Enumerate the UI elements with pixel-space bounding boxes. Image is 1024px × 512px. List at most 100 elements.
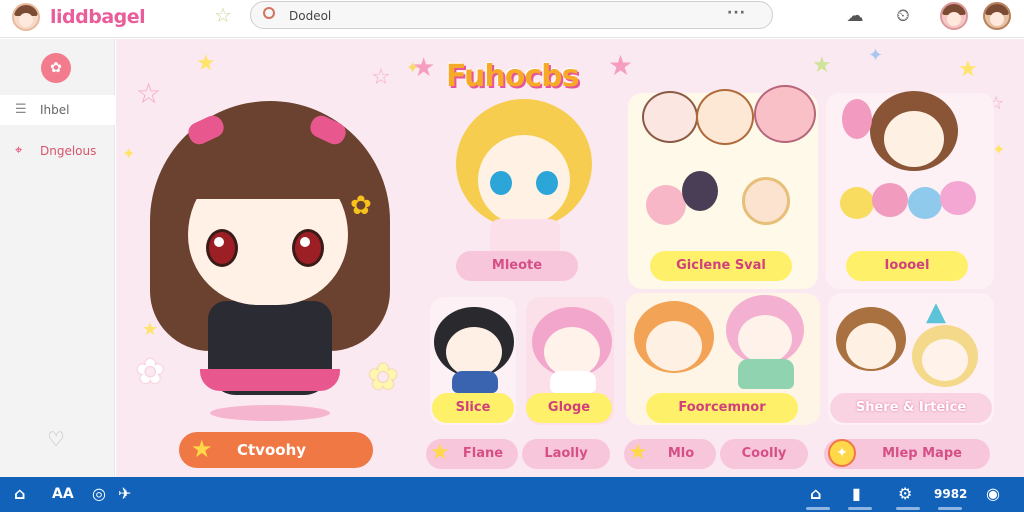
character-eye <box>536 171 558 195</box>
send-icon[interactable]: ✈ <box>118 484 131 504</box>
pet-head <box>646 185 686 225</box>
party-hat-icon: ▲ <box>926 297 946 327</box>
pet-head <box>696 89 754 145</box>
hero-eye-left <box>206 229 238 267</box>
search-more-icon[interactable]: ··· <box>727 5 746 21</box>
top-bar: liddbagel ☆ ··· ☁ ⏲ <box>0 0 1024 38</box>
star-decoration-icon: ★ <box>812 53 832 78</box>
card-label-chip[interactable]: Gloge <box>526 393 612 423</box>
tab-label: Mlo <box>667 446 695 461</box>
tab-label: Flane <box>462 446 504 461</box>
character-face <box>846 323 896 369</box>
character-eye <box>490 171 512 195</box>
hair-flower-icon: ✿ <box>350 191 372 221</box>
heart-icon[interactable]: ♡ <box>44 427 68 451</box>
card-illustration[interactable] <box>450 99 600 255</box>
badge-icon: ✦ <box>828 439 856 467</box>
taskbar-indicator <box>896 507 920 510</box>
card-label-chip[interactable]: Foorcemnor <box>646 393 798 423</box>
card-illustration <box>628 295 818 395</box>
avatar-face <box>19 13 33 27</box>
document-icon[interactable]: ▮ <box>852 484 861 504</box>
character-hair <box>842 99 872 139</box>
menu-icon: ☰ <box>15 102 27 117</box>
house-icon[interactable]: ⌂ <box>810 484 821 504</box>
tab-mlo[interactable]: ★ Mlo <box>624 439 716 469</box>
pet-head <box>754 85 816 143</box>
section-title: Fuhocbs <box>446 59 579 94</box>
sidebar-item-label: Ihbel <box>40 103 70 117</box>
user-avatar[interactable] <box>940 2 968 30</box>
card-label-chip[interactable]: Ioooel <box>846 251 968 281</box>
star-decoration-icon: ★ <box>958 57 978 82</box>
character-face <box>446 327 502 377</box>
home-icon[interactable]: ⌂ <box>14 484 25 504</box>
card-label-chip[interactable]: Shere & Irteice <box>830 393 992 423</box>
ai-label[interactable]: AA <box>52 484 74 504</box>
character-face <box>738 315 792 363</box>
character-outfit <box>452 371 498 393</box>
pet-head <box>642 91 698 143</box>
sidebar-item-menu[interactable]: ☰ Ihbel <box>0 95 115 125</box>
star-decoration-icon: ★ <box>608 49 634 82</box>
app-title: liddbagel <box>50 6 146 28</box>
gear-icon[interactable]: ⚙ <box>898 484 912 504</box>
tab-mlep-mape[interactable]: ✦ Mlep Mape <box>824 439 990 469</box>
character-face <box>544 327 600 377</box>
profile-avatar[interactable] <box>983 2 1011 30</box>
avatar-face <box>947 12 961 26</box>
character-outfit <box>490 219 560 255</box>
hero-shadow <box>210 405 330 421</box>
taskbar-indicator <box>806 507 830 510</box>
kid-head <box>940 181 976 215</box>
search-input[interactable] <box>289 7 689 25</box>
tab-coolly[interactable]: Coolly <box>720 439 808 469</box>
pet-head <box>682 171 718 211</box>
favorite-star-icon[interactable]: ☆ <box>214 4 236 26</box>
clock-readout: 9982 <box>934 487 968 501</box>
card-illustration <box>832 83 1000 253</box>
cloud-sync-icon[interactable]: ☁ <box>844 5 866 27</box>
star-icon: ★ <box>430 440 450 465</box>
primary-action-label: Ctvoohy <box>237 441 307 459</box>
sidebar-item-label: Dngelous <box>40 144 97 158</box>
sidebar: ✿ ☰ Ihbel ⌖ Dngelous ♡ <box>0 39 115 477</box>
taskbar: ⌂ AA ◎ ✈ ⌂ ▮ ⚙ 9982 ◉ <box>0 477 1024 512</box>
circle-menu-icon[interactable]: ◉ <box>986 484 1000 504</box>
character-outfit <box>550 371 596 393</box>
card-label-chip[interactable]: Giclene Sval <box>650 251 792 281</box>
hero-skirt <box>200 369 340 391</box>
target-icon[interactable]: ◎ <box>92 484 106 504</box>
taskbar-indicator <box>938 507 962 510</box>
app-logo-avatar[interactable] <box>12 3 40 31</box>
star-decoration-icon: ✦ <box>868 45 884 66</box>
tab-flane[interactable]: ★ Flane <box>426 439 518 469</box>
sidebar-item-location[interactable]: ⌖ Dngelous <box>0 136 115 166</box>
location-pin-icon: ⌖ <box>15 143 23 158</box>
character-outfit <box>738 359 794 389</box>
main-content: ★ ☆ ☆ ✦ ★ ✦ ★ ✿ ✿ ★ ★ ✦ ★ ☆ ✦ ✿ ★ Ctvooh… <box>116 39 1024 477</box>
card-label-chip[interactable]: Mleote <box>456 251 578 281</box>
kid-head <box>840 187 874 219</box>
flower-badge-icon[interactable]: ✿ <box>41 53 71 83</box>
tab-label: Mlep Mape <box>882 446 962 461</box>
hero-eye-right <box>292 229 324 267</box>
tab-laolly[interactable]: Laolly <box>522 439 610 469</box>
character-face <box>884 111 944 167</box>
card-illustration <box>528 305 618 395</box>
card-illustration <box>430 305 520 395</box>
timer-icon[interactable]: ⏲ <box>892 5 914 27</box>
primary-action-button[interactable]: ★ Ctvoohy <box>179 432 373 468</box>
search-bar[interactable]: ··· <box>250 1 773 29</box>
avatar-face <box>990 12 1004 26</box>
star-icon: ★ <box>628 440 648 465</box>
card-illustration <box>636 85 820 245</box>
kid-head <box>908 187 942 219</box>
pet-head <box>742 177 790 225</box>
star-icon: ★ <box>191 436 213 463</box>
taskbar-indicator <box>848 507 872 510</box>
kid-head <box>872 183 908 217</box>
hero-character-illustration: ✿ <box>116 39 426 429</box>
card-label-chip[interactable]: Slice <box>432 393 514 423</box>
character-face <box>646 321 702 371</box>
